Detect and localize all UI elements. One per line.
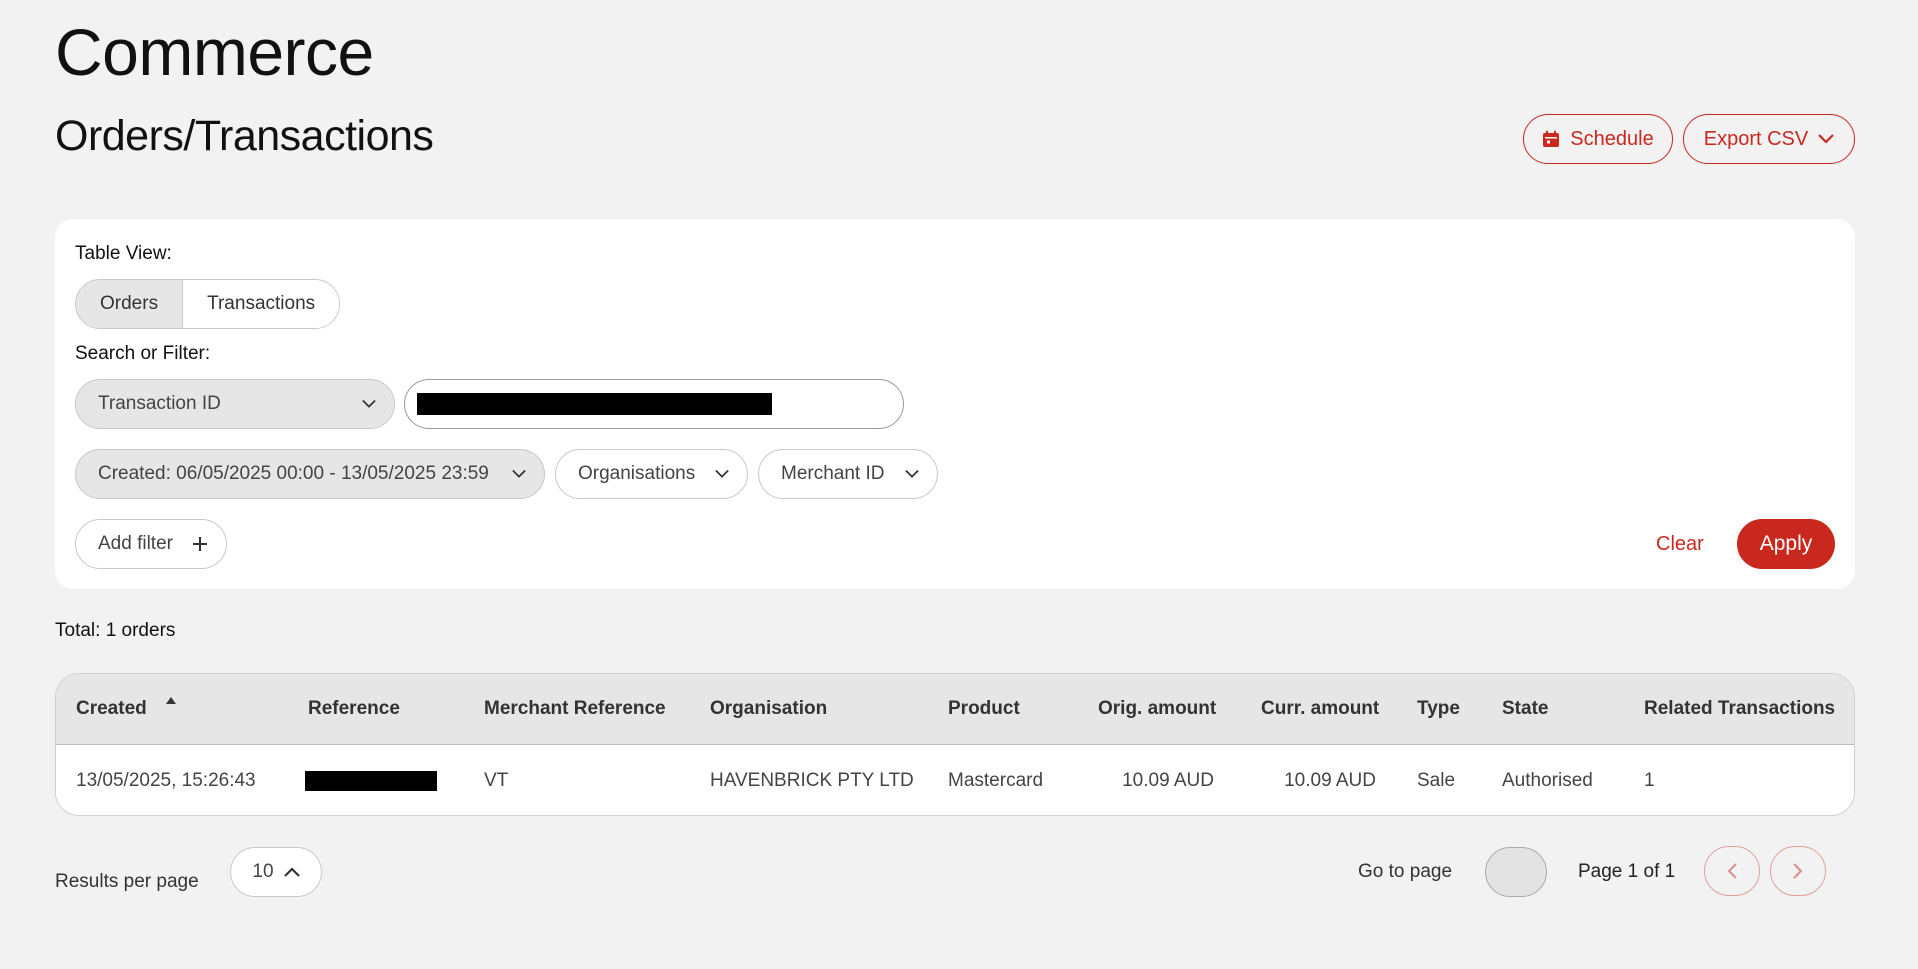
go-to-page-input[interactable]: [1485, 847, 1547, 897]
chevron-right-icon: [1793, 863, 1803, 879]
table-row[interactable]: 13/05/2025, 15:26:43 VT HAVENBRICK PTY L…: [56, 745, 1854, 815]
export-csv-label: Export CSV: [1703, 127, 1809, 150]
calendar-icon: [1543, 130, 1560, 147]
merchant-id-filter[interactable]: Merchant ID: [758, 449, 938, 499]
tab-transactions[interactable]: Transactions: [183, 280, 340, 328]
cell-curr-amount: 10.09 AUD: [1284, 769, 1376, 791]
search-filter-label: Search or Filter:: [75, 343, 211, 364]
column-header-created[interactable]: Created: [76, 674, 177, 744]
redacted-reference: [305, 770, 437, 791]
clear-button[interactable]: Clear: [1656, 519, 1704, 569]
table-view-label: Table View:: [75, 243, 172, 264]
redacted-search-value: [417, 393, 772, 415]
chevron-down-icon: [362, 399, 376, 408]
search-input[interactable]: [404, 379, 904, 429]
previous-page-button[interactable]: [1704, 846, 1760, 896]
cell-product: Mastercard: [948, 769, 1044, 791]
search-field-value: Transaction ID: [98, 393, 221, 414]
cell-state: Authorised: [1502, 769, 1593, 791]
next-page-button[interactable]: [1770, 846, 1826, 896]
chevron-down-icon: [715, 469, 729, 478]
app-title: Commerce: [55, 15, 374, 89]
chevron-down-icon: [512, 469, 526, 478]
cell-type: Sale: [1417, 769, 1456, 791]
chevron-up-icon: [283, 867, 300, 877]
export-csv-button[interactable]: Export CSV: [1683, 114, 1855, 164]
chevron-down-icon: [905, 469, 919, 478]
column-header-reference[interactable]: Reference: [308, 674, 400, 744]
organisations-filter[interactable]: Organisations: [555, 449, 748, 499]
cell-reference: [305, 745, 437, 815]
table-header: Created Reference Merchant Reference Org…: [56, 674, 1854, 745]
go-to-page-label: Go to page: [1358, 861, 1453, 882]
add-filter-label: Add filter: [98, 533, 173, 554]
apply-button[interactable]: Apply: [1737, 519, 1835, 569]
plus-icon: [193, 537, 207, 551]
total-count: Total: 1 orders: [55, 620, 176, 641]
column-header-orig-amount[interactable]: Orig. amount: [1098, 674, 1216, 744]
search-field-select[interactable]: Transaction ID: [75, 379, 395, 429]
related-transactions-link[interactable]: 1: [1644, 745, 1655, 815]
results-per-page-label: Results per page: [55, 871, 199, 892]
organisations-filter-label: Organisations: [578, 463, 696, 484]
table-view-toggle: Orders Transactions: [75, 279, 341, 329]
sort-asc-icon: [165, 697, 176, 704]
page-info: Page 1 of 1: [1578, 861, 1676, 882]
column-header-merchant-reference[interactable]: Merchant Reference: [484, 674, 666, 744]
column-header-type[interactable]: Type: [1417, 674, 1460, 744]
column-header-state[interactable]: State: [1502, 674, 1548, 744]
results-per-page-select[interactable]: 10: [230, 847, 322, 897]
chevron-left-icon: [1727, 863, 1737, 879]
page-title: Orders/Transactions: [55, 112, 434, 160]
tab-orders[interactable]: Orders: [76, 280, 184, 328]
created-date-filter-label: Created: 06/05/2025 00:00 - 13/05/2025 2…: [98, 463, 489, 484]
cell-orig-amount: 10.09 AUD: [1122, 769, 1214, 791]
column-header-organisation[interactable]: Organisation: [710, 674, 827, 744]
schedule-button[interactable]: Schedule: [1523, 114, 1673, 164]
add-filter-button[interactable]: Add filter: [75, 519, 227, 569]
cell-created: 13/05/2025, 15:26:43: [76, 769, 256, 791]
orders-table: Created Reference Merchant Reference Org…: [55, 673, 1855, 816]
column-header-created-label: Created: [76, 698, 147, 719]
column-header-curr-amount[interactable]: Curr. amount: [1261, 674, 1379, 744]
cell-organisation: HAVENBRICK PTY LTD: [710, 769, 914, 791]
column-header-product[interactable]: Product: [948, 674, 1020, 744]
merchant-id-filter-label: Merchant ID: [781, 463, 885, 484]
filter-panel: Table View: Orders Transactions Search o…: [55, 219, 1855, 589]
column-header-related-transactions[interactable]: Related Transactions: [1644, 674, 1835, 744]
schedule-label: Schedule: [1570, 127, 1654, 150]
created-date-filter[interactable]: Created: 06/05/2025 00:00 - 13/05/2025 2…: [75, 449, 545, 499]
chevron-down-icon: [1818, 134, 1835, 144]
cell-merchant-reference: VT: [484, 769, 509, 791]
results-per-page-value: 10: [252, 861, 274, 882]
